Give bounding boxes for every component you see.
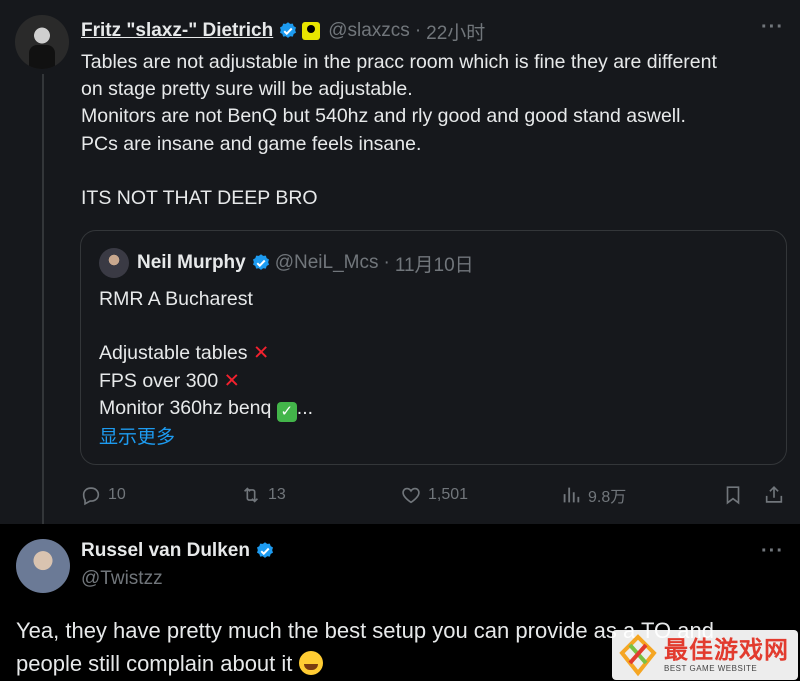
- thread-line: [42, 74, 44, 532]
- watermark-subtitle: BEST GAME WEBSITE: [664, 663, 758, 673]
- reply-icon: [82, 487, 100, 506]
- verified-badge-icon: [251, 253, 271, 273]
- tweet-line: Tables are not adjustable in the pracc r…: [81, 51, 717, 73]
- quote-avatar: [99, 248, 129, 278]
- author-name[interactable]: Fritz "slaxz-" Dietrich: [81, 20, 273, 42]
- tweet-line: ITS NOT THAT DEEP BRO: [81, 187, 318, 209]
- quote-line: RMR A Bucharest: [99, 288, 253, 310]
- watermark-logo-icon: [619, 634, 657, 677]
- red-cross-icon: ✕: [223, 369, 240, 392]
- author-handle[interactable]: @slaxzcs: [328, 20, 410, 42]
- red-cross-icon: ✕: [252, 342, 270, 365]
- more-options-icon[interactable]: ···: [761, 540, 784, 563]
- avatar[interactable]: [16, 539, 70, 593]
- author-name[interactable]: Russel van Dulken: [81, 540, 250, 562]
- show-more-link[interactable]: 显示更多: [99, 422, 175, 449]
- reply-text-content: Yea, they have pretty much the best setu…: [16, 618, 714, 676]
- share-icon: [765, 486, 783, 503]
- author-handle[interactable]: @Twistzz: [81, 568, 163, 590]
- quote-line: Monitor 360hz benq: [99, 396, 272, 419]
- retweet-icon: [243, 487, 259, 503]
- like-count: 1,501: [428, 486, 469, 503]
- quote-header: Neil Murphy @NeiL_Mcs · 11月10日: [99, 248, 474, 278]
- quote-author-name: Neil Murphy: [137, 252, 246, 273]
- watermark-title: 最佳游戏网: [664, 636, 789, 664]
- quote-line: Adjustable tables: [99, 342, 248, 365]
- reply-header: Russel van Dulken: [81, 540, 279, 562]
- tears-of-joy-emoji-icon: [298, 651, 323, 675]
- heart-icon: [402, 487, 420, 504]
- reply-button[interactable]: 10: [80, 480, 126, 510]
- green-check-icon: ✓: [276, 401, 297, 422]
- main-tweet: Fritz "slaxz-" Dietrich @slaxzcs · 22小时 …: [0, 0, 800, 532]
- views-button[interactable]: 9.8万: [560, 480, 626, 510]
- bookmark-button[interactable]: [722, 480, 750, 510]
- tweet-header: Fritz "slaxz-" Dietrich @slaxzcs · 22小时: [81, 17, 485, 45]
- separator-dot: ·: [414, 20, 422, 41]
- site-watermark: 最佳游戏网 BEST GAME WEBSITE: [612, 630, 798, 680]
- more-options-icon[interactable]: ···: [761, 16, 784, 39]
- tweet-time[interactable]: 22小时: [426, 18, 485, 45]
- verified-badge-icon: [255, 541, 275, 561]
- views-chart-icon: [563, 487, 580, 503]
- tweet-line: Monitors are not BenQ but 540hz and rly …: [81, 105, 686, 128]
- share-button[interactable]: [763, 480, 791, 510]
- views-count: 9.8万: [588, 489, 627, 506]
- quoted-tweet[interactable]: Neil Murphy @NeiL_Mcs · 11月10日 RMR A Buc…: [80, 230, 787, 465]
- avatar[interactable]: [15, 15, 69, 69]
- verified-badge-icon: [278, 21, 298, 41]
- retweet-count: 13: [268, 486, 286, 503]
- tweet-line: PCs are insane and game feels insane.: [81, 132, 422, 155]
- tweet-line-blank: [81, 158, 781, 185]
- reply-count: 10: [108, 486, 126, 503]
- quote-text: RMR A Bucharest Adjustable tables ✕ FPS …: [99, 286, 759, 422]
- quote-line: FPS over 300: [99, 369, 219, 392]
- bookmark-icon: [726, 486, 740, 505]
- tweet-line: on stage pretty sure will be adjustable.: [81, 78, 413, 101]
- quote-ellipsis: ...: [296, 396, 314, 419]
- retweet-button[interactable]: 13: [240, 480, 286, 510]
- tweet-text: Tables are not adjustable in the pracc r…: [81, 49, 781, 212]
- separator-dot: ·: [383, 252, 390, 273]
- tweet-actions: 10 13 1,501 9.8万: [80, 480, 785, 510]
- like-button[interactable]: 1,501: [400, 480, 468, 510]
- quote-time: 11月10日: [394, 254, 474, 276]
- quote-handle: @NeiL_Mcs: [274, 252, 379, 273]
- affiliate-logo-icon[interactable]: [302, 22, 321, 40]
